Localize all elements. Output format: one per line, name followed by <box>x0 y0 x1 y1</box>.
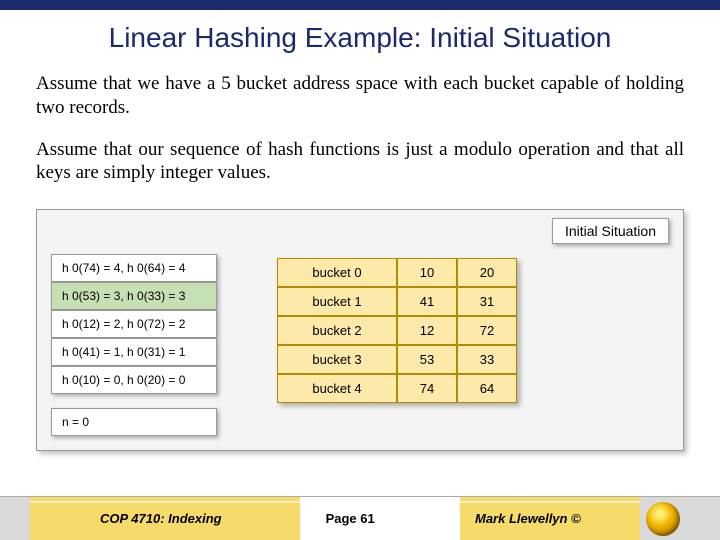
bucket-label: bucket 1 <box>277 287 397 316</box>
diagram-caption: Initial Situation <box>552 218 669 244</box>
ucf-logo-icon <box>646 502 680 536</box>
n-value-row: n = 0 <box>51 408 217 436</box>
table-row: bucket 3 53 33 <box>277 345 517 374</box>
table-row: bucket 4 74 64 <box>277 374 517 403</box>
diagram-panel: Initial Situation h 0(74) = 4, h 0(64) =… <box>36 209 684 451</box>
table-row: bucket 0 10 20 <box>277 258 517 287</box>
bucket-value: 31 <box>457 287 517 316</box>
table-row: bucket 2 12 72 <box>277 316 517 345</box>
bucket-label: bucket 2 <box>277 316 397 345</box>
bucket-value: 74 <box>397 374 457 403</box>
paragraph-1: Assume that we have a 5 bucket address s… <box>0 68 720 134</box>
hash-row: h 0(12) = 2, h 0(72) = 2 <box>51 310 217 338</box>
bucket-value: 20 <box>457 258 517 287</box>
footer-course: COP 4710: Indexing <box>100 511 222 526</box>
bucket-value: 33 <box>457 345 517 374</box>
bucket-label: bucket 4 <box>277 374 397 403</box>
hash-row: h 0(41) = 1, h 0(31) = 1 <box>51 338 217 366</box>
slide-title: Linear Hashing Example: Initial Situatio… <box>0 10 720 68</box>
hash-column: h 0(74) = 4, h 0(64) = 4 h 0(53) = 3, h … <box>51 254 217 436</box>
paragraph-2: Assume that our sequence of hash functio… <box>0 134 720 200</box>
bucket-value: 12 <box>397 316 457 345</box>
bucket-label: bucket 0 <box>277 258 397 287</box>
bucket-value: 53 <box>397 345 457 374</box>
bucket-value: 64 <box>457 374 517 403</box>
bucket-label: bucket 3 <box>277 345 397 374</box>
hash-row: h 0(74) = 4, h 0(64) = 4 <box>51 254 217 282</box>
footer-page: Page 61 <box>326 511 375 526</box>
bucket-table: bucket 0 10 20 bucket 1 41 31 bucket 2 1… <box>277 258 517 403</box>
hash-row: h 0(53) = 3, h 0(33) = 3 <box>51 282 217 310</box>
hash-row: h 0(10) = 0, h 0(20) = 0 <box>51 366 217 394</box>
footer-copyright: Mark Llewellyn © <box>475 511 581 526</box>
footer: COP 4710: Indexing Page 61 Mark Llewelly… <box>0 496 720 540</box>
bucket-value: 72 <box>457 316 517 345</box>
table-row: bucket 1 41 31 <box>277 287 517 316</box>
bucket-value: 41 <box>397 287 457 316</box>
bucket-value: 10 <box>397 258 457 287</box>
